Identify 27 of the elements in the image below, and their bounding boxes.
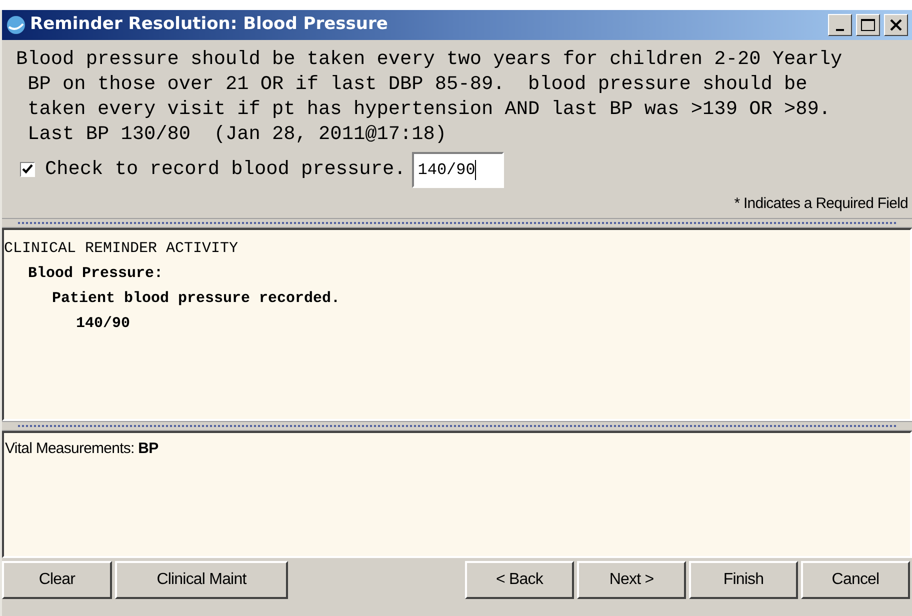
description-line: Blood pressure should be taken every two years for children 2-20 Yearly [16,47,844,72]
splitter-bar[interactable] [2,420,912,430]
description-line: BP on those over 21 OR if last DBP 85-89. blood pressure should be [26,72,808,97]
activity-line: CLINICAL REMINDER ACTIVITY [4,238,238,258]
close-button[interactable] [884,14,908,36]
maximize-button[interactable] [856,14,880,36]
required-field-note: * Indicates a Required Field [734,194,908,214]
activity-line: Patient blood pressure recorded. [52,288,340,308]
dialog-button[interactable]: < Back [465,560,574,598]
description-line: taken every visit if pt has hypertension AND last BP was >139 OR >89. [26,97,832,122]
description-line: Last BP 130/80 (Jan 28, 2011@17:18) [26,122,448,147]
dialog-button[interactable]: Clinical Maint [115,560,288,598]
globe-icon [6,15,26,35]
dialog-button[interactable]: Cancel [801,560,910,598]
close-icon [890,19,902,31]
dialog-button[interactable]: Clear [2,560,112,598]
record-checkbox[interactable]: Check to record blood pressure. [20,155,406,185]
dialog-button[interactable]: Next > [577,560,686,598]
splitter-bar[interactable] [2,218,912,228]
minimize-button[interactable] [828,14,852,36]
blood-pressure-field[interactable]: 140/90 [412,152,504,188]
window-title: Reminder Resolution: Blood Pressure [30,13,389,36]
vitals-text: Vital Measurements: BP [5,440,158,456]
dialog-button[interactable]: Finish [689,560,798,598]
activity-line: Blood Pressure: [28,264,164,284]
activity-line: 140/90 [76,314,130,334]
check-icon [22,164,33,176]
